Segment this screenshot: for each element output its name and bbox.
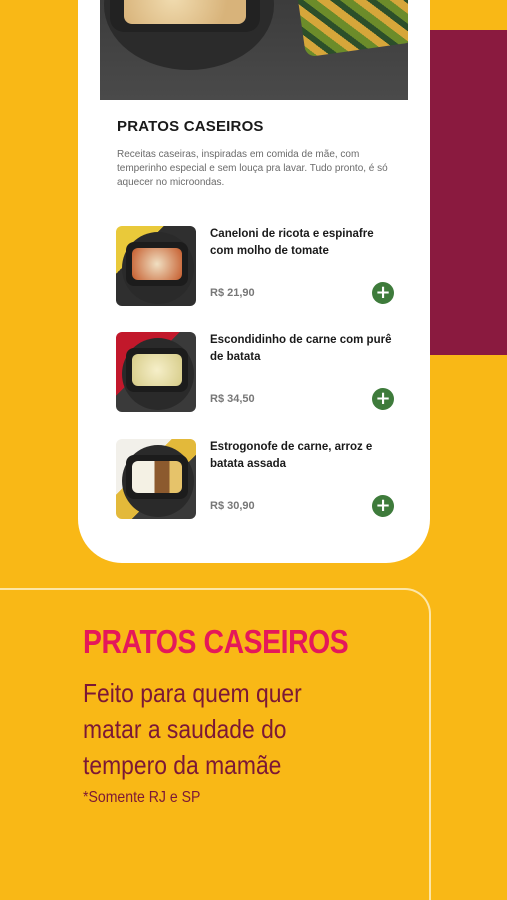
hero-image xyxy=(100,0,408,100)
product-name: Caneloni de ricota e espinafre com molho… xyxy=(210,228,374,257)
product-name: Estrogonofe de carne, arroz e batata ass… xyxy=(210,441,373,470)
promo-subtitle: Feito para quem quer matar a saudade do … xyxy=(83,678,302,780)
product-item[interactable]: Escondidinho de carne com purê de batata… xyxy=(116,332,398,416)
phone-screen: PRATOS CASEIROS Receitas caseiras, inspi… xyxy=(78,0,430,563)
add-to-cart-button[interactable]: + xyxy=(372,282,394,304)
add-to-cart-button[interactable]: + xyxy=(372,495,394,517)
promo-title: PRATOS CASEIROS xyxy=(83,623,349,660)
section-title: PRATOS CASEIROS xyxy=(117,118,264,135)
product-price: R$ 30,90 xyxy=(210,500,255,512)
product-item[interactable]: Caneloni de ricota e espinafre com molho… xyxy=(116,226,398,310)
product-name: Escondidinho de carne com purê de batata xyxy=(210,334,392,363)
product-item[interactable]: Estrogonofe de carne, arroz e batata ass… xyxy=(116,439,398,523)
promo-note: *Somente RJ e SP xyxy=(83,789,201,806)
product-price: R$ 21,90 xyxy=(210,287,255,299)
add-to-cart-button[interactable]: + xyxy=(372,388,394,410)
product-image xyxy=(116,332,196,412)
decorative-band xyxy=(430,30,507,355)
product-price: R$ 34,50 xyxy=(210,393,255,405)
product-image xyxy=(116,226,196,306)
section-description: Receitas caseiras, inspiradas em comida … xyxy=(117,149,388,188)
product-image xyxy=(116,439,196,519)
